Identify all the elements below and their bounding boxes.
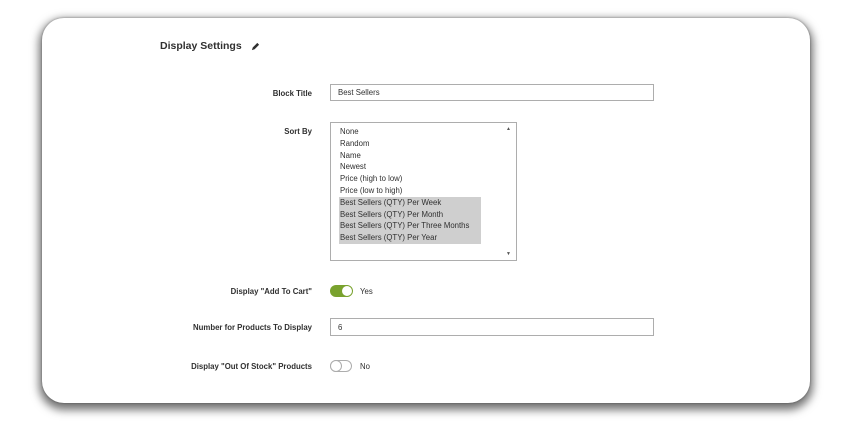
sort-option[interactable]: Best Sellers (QTY) Per Month [339, 208, 481, 221]
sort-by-listbox[interactable]: None Random Name Newest Price (high to low) P… [330, 122, 517, 261]
add-to-cart-label: Display "Add To Cart" [230, 287, 312, 296]
sort-option[interactable]: Best Sellers (QTY) Per Three Months [339, 220, 481, 233]
sort-option[interactable]: Price (high to low) [339, 173, 481, 185]
sort-option[interactable]: Best Sellers (QTY) Per Year [339, 232, 481, 244]
settings-card: Display Settings Block Title Sort By Non… [42, 18, 810, 403]
sort-by-options: None Random Name Newest Price (high to low) P… [339, 126, 481, 244]
scroll-up-icon[interactable]: ▲ [506, 126, 511, 132]
add-to-cart-state: Yes [360, 287, 373, 296]
out-of-stock-state: No [360, 362, 370, 371]
out-of-stock-label: Display "Out Of Stock" Products [191, 362, 312, 371]
products-count-label: Number for Products To Display [193, 323, 312, 332]
products-count-input[interactable] [330, 318, 654, 336]
sort-option[interactable]: None [339, 126, 481, 138]
section-title: Display Settings [160, 40, 242, 52]
sort-option[interactable]: Newest [339, 161, 481, 173]
section-header: Display Settings [160, 40, 260, 52]
pencil-icon[interactable] [251, 42, 260, 51]
listbox-scrollbar[interactable]: ▲ ▼ [502, 123, 516, 260]
block-title-label: Block Title [272, 89, 312, 98]
add-to-cart-toggle[interactable] [330, 285, 353, 297]
out-of-stock-toggle[interactable] [330, 360, 352, 372]
sort-option[interactable]: Best Sellers (QTY) Per Week [339, 196, 481, 209]
sort-option[interactable]: Random [339, 138, 481, 150]
sort-option[interactable]: Name [339, 150, 481, 162]
sort-option[interactable]: Price (low to high) [339, 185, 481, 197]
sort-by-label: Sort By [284, 127, 312, 136]
toggle-knob [330, 360, 342, 372]
scroll-down-icon[interactable]: ▼ [506, 251, 511, 257]
toggle-knob [341, 285, 353, 297]
block-title-input[interactable] [330, 84, 654, 101]
